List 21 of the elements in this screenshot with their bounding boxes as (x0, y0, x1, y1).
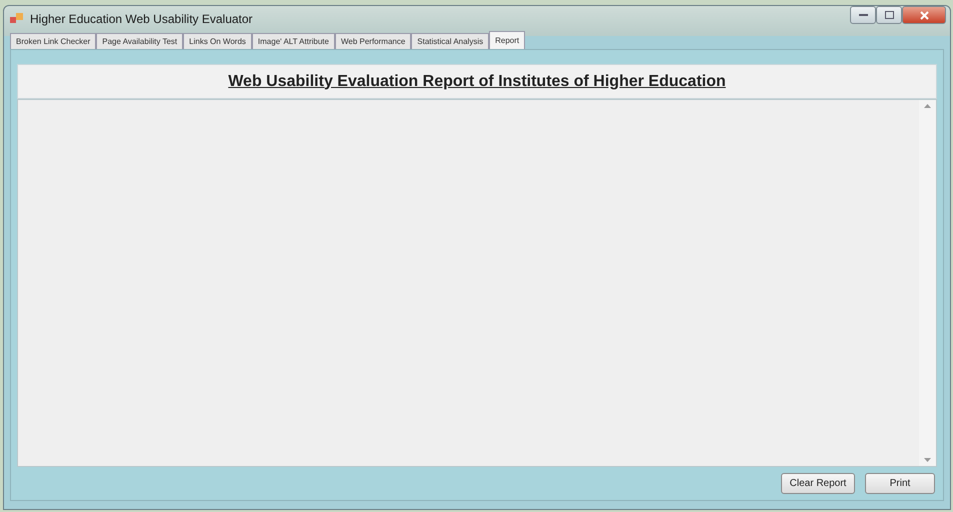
minimize-button[interactable] (850, 6, 876, 24)
minimize-icon (858, 14, 868, 16)
print-button[interactable]: Print (865, 473, 935, 494)
maximize-icon (884, 11, 894, 19)
clear-report-button[interactable]: Clear Report (781, 473, 855, 494)
tab[interactable]: Web Performance (334, 33, 412, 49)
close-button[interactable] (902, 6, 946, 24)
tab[interactable]: Links On Words (183, 33, 252, 49)
tab[interactable]: Page Availability Test (96, 33, 184, 49)
tab[interactable]: Report (489, 31, 526, 49)
report-heading: Web Usability Evaluation Report of Institutes of Higher Education (228, 72, 726, 90)
scrollbar[interactable] (919, 100, 936, 466)
tab[interactable]: Statistical Analysis (411, 33, 490, 49)
scroll-up-icon[interactable] (924, 104, 931, 108)
window-title: Higher Education Web Usability Evaluator (30, 12, 254, 26)
close-icon (920, 10, 928, 20)
scroll-down-icon[interactable] (924, 458, 931, 462)
tab[interactable]: Broken Link Checker (10, 33, 96, 49)
app-icon (10, 12, 24, 24)
maximize-button[interactable] (876, 6, 902, 24)
tab[interactable]: Image' ALT Attribute (252, 33, 335, 49)
